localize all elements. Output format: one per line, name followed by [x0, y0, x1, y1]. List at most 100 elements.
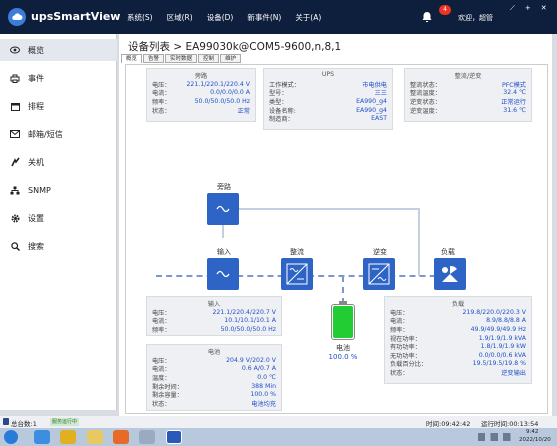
tab-control[interactable]: 控制 — [198, 54, 220, 63]
inverter-label: 逆变 — [373, 248, 387, 256]
battery-card: 电池 电压： 204.9 V/202.0 V 电流： 0.6 A/0.7 A 温度：… — [146, 344, 282, 411]
data-row: 频率： 50.0/50.0/50.0 Hz — [147, 97, 255, 106]
row-key: 制造商： — [269, 116, 294, 124]
folder-icon[interactable] — [87, 430, 103, 444]
menu-new-event[interactable]: 新事件(N) — [247, 12, 281, 23]
sidebar-item-schedule[interactable]: 排程 — [0, 95, 117, 117]
os-taskbar: 9:42 2022/10/20 — [0, 428, 557, 446]
window-controls: ⟋ + ✕ — [510, 4, 547, 13]
data-row: 逆变状态： 正常运行 — [405, 97, 531, 106]
bell-icon[interactable] — [420, 10, 434, 24]
tab-alarms[interactable]: 告警 — [143, 54, 165, 63]
tab-overview[interactable]: 概览 — [121, 54, 143, 63]
card-title: UPS — [321, 71, 335, 78]
chrome-icon[interactable] — [60, 430, 76, 444]
row-value: 221.1/220.1/220.4 V — [186, 80, 250, 88]
data-row: 视在功率： 1.9/1.9/1.9 kVA — [385, 334, 531, 343]
battery-percent: 100.0 % — [328, 353, 358, 361]
row-value: 正常 — [237, 107, 250, 115]
row-value: 0.0/0.0/0.0 A — [210, 89, 250, 97]
sidebar-item-search[interactable]: 搜索 — [0, 235, 117, 257]
sidebar-item-shutdown[interactable]: 关机 — [0, 151, 117, 173]
eye-icon — [10, 45, 20, 55]
row-value: 221.1/220.4/220.7 V — [212, 308, 276, 316]
sidebar-item-settings[interactable]: 设置 — [0, 207, 117, 229]
data-row: 状态： 电池均充 — [147, 399, 281, 408]
mail-icon — [10, 129, 20, 139]
data-row: 电压： 204.9 V/202.0 V — [147, 356, 281, 365]
menu-system[interactable]: 系统(S) — [127, 12, 153, 23]
media-player-icon[interactable] — [113, 430, 129, 444]
printer-icon — [10, 73, 20, 83]
app-icon[interactable] — [139, 430, 155, 444]
title-bar: upsSmartView 系统(S) 区域(R) 设备(D) 新事件(N) 关于… — [0, 0, 557, 34]
sidebar: 概览 事件 排程 邮箱/短信 关机 SNMP 设置 搜索 — [0, 34, 117, 410]
sidebar-item-label: 排程 — [28, 101, 44, 111]
device-total: 总台数:1 — [11, 420, 37, 428]
sidebar-item-mail-sms[interactable]: 邮箱/短信 — [0, 123, 117, 145]
menu-device[interactable]: 设备(D) — [207, 12, 234, 23]
data-row: 整流状态： PFC模式 — [405, 80, 531, 89]
data-row: 负载百分比： 19.5/19.5/19.8 % — [385, 360, 531, 368]
bypass-label: 旁路 — [217, 183, 231, 191]
power-icon — [10, 157, 20, 167]
data-row: 频率： 50.0/50.0/50.0 Hz — [147, 325, 281, 334]
status-bar: 总台数:1 服务运行中 时间:09:42:42 运行时间:00:13:54 — [0, 416, 557, 428]
sidebar-item-snmp[interactable]: SNMP — [0, 179, 117, 201]
row-value: 388 Min — [251, 382, 276, 390]
tray-icons — [478, 433, 514, 441]
card-title: 电池 — [207, 349, 221, 356]
row-value: 三三 — [374, 90, 387, 98]
ups-card: UPS 工作模式： 市电供电 型号： 三三 类型： EA990_g4 设备名称: EA9… — [263, 68, 393, 130]
input-card: 输入 电压： 221.1/220.4/220.7 V 电流： 10.1/10.1/1… — [146, 296, 282, 336]
rectifier-inverter-card: 整流/逆变 整流状态： PFC模式 整流温度： 32.4 ℃ 逆变状态： 正常运行 逆… — [404, 68, 532, 122]
menu-about[interactable]: 关于(A) — [295, 12, 321, 23]
battery-shape[interactable] — [331, 301, 355, 340]
bypass-node[interactable] — [207, 193, 239, 225]
data-row: 电流： 10.1/10.1/10.1 A — [147, 317, 281, 325]
load-node[interactable] — [434, 258, 466, 290]
battery-terminal — [339, 301, 347, 305]
row-key: 频率： — [152, 326, 171, 334]
row-value: 电池均充 — [251, 400, 276, 408]
data-row: 电流： 8.9/8.8/8.8 A — [385, 317, 531, 325]
welcome-text: 欢迎，超管 — [458, 14, 493, 22]
input-node[interactable] — [207, 258, 239, 290]
inverter-node[interactable] — [363, 258, 395, 290]
card-title: 旁路 — [194, 73, 208, 80]
data-row: 电压： 221.1/220.4/220.7 V — [147, 308, 281, 317]
main-panel: 设备列表 > EA99030k@COM5-9600,n,8,1 概览 告警 实时… — [119, 34, 552, 416]
data-row: 制造商： EAST — [264, 114, 392, 123]
battery-flow — [342, 276, 344, 304]
search-icon — [10, 241, 20, 251]
row-value: 50.0/50.0/50.0 Hz — [194, 97, 250, 105]
data-row: 逆变温度： 31.6 ℃ — [405, 106, 531, 115]
row-key: 状态： — [152, 107, 171, 115]
menu-region[interactable]: 区域(R) — [167, 12, 193, 23]
sidebar-item-label: 设置 — [28, 213, 44, 223]
start-button-icon[interactable] — [4, 430, 18, 444]
minimize-button[interactable]: ⟋ — [510, 4, 515, 13]
upssmartview-taskbar-icon[interactable] — [166, 430, 182, 444]
tab-maintenance[interactable]: 维护 — [220, 54, 242, 63]
row-value: 10.1/10.1/10.1 A — [224, 317, 276, 325]
ie-browser-icon[interactable] — [34, 430, 50, 444]
rectifier-node[interactable] — [281, 258, 313, 290]
taskbar-clock-time: 9:42 — [526, 429, 539, 435]
app-title: upsSmartView — [31, 10, 121, 23]
data-row: 类型： EA990_g4 — [264, 97, 392, 106]
row-value: 1.8/1.9/1.9 kW — [480, 343, 526, 351]
data-row: 状态： 逆变输出 — [385, 368, 531, 377]
card-title: 负载 — [451, 301, 465, 308]
close-button[interactable]: ✕ — [541, 4, 547, 13]
sidebar-item-overview[interactable]: 概览 — [0, 39, 117, 61]
tab-realtime-data[interactable]: 实时数据 — [165, 54, 198, 63]
data-row: 温度： 0.0 ℃ — [147, 373, 281, 382]
row-value: EA990_g4 — [356, 97, 387, 105]
battery-fill — [333, 306, 353, 338]
maximize-button[interactable]: + — [525, 4, 531, 13]
current-time: 时间:09:42:42 — [426, 420, 471, 428]
sidebar-item-events[interactable]: 事件 — [0, 67, 117, 89]
data-row: 电压： 219.8/220.0/220.3 V — [385, 308, 531, 317]
row-value: 219.8/220.0/220.3 V — [462, 308, 526, 316]
